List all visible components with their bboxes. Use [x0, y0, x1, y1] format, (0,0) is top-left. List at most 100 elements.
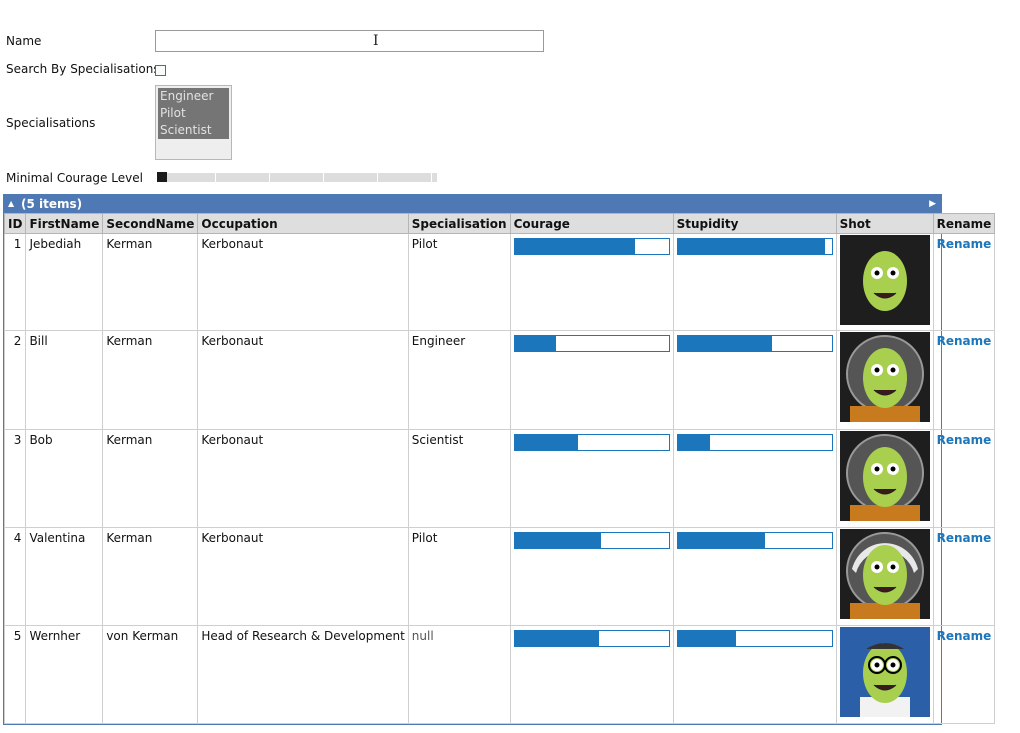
name-label: Name — [6, 34, 42, 48]
cell-stupidity — [672, 429, 837, 528]
table-row[interactable]: 1 Jebediah Kerman Kerbonaut Pilot Rename — [3, 233, 996, 331]
table-row[interactable]: 5 Wernher von Kerman Head of Research & Dev… — [3, 625, 996, 724]
kerbals-data-grid: ▲ (5 items) ▶ ID FirstName SecondName Oc… — [3, 194, 996, 725]
cell-firstname: Bob — [25, 429, 104, 528]
rename-link[interactable]: Rename — [937, 531, 992, 545]
specialisation-option-scientist[interactable]: Scientist — [158, 122, 229, 139]
stupidity-bar-fill — [677, 435, 710, 450]
table-row[interactable]: 3 Bob Kerman Kerbonaut Scientist Rename — [3, 429, 996, 528]
cell-occupation: Kerbonaut — [197, 233, 409, 331]
cell-stupidity — [672, 330, 837, 430]
column-header-occupation[interactable]: Occupation — [197, 213, 409, 234]
stupidity-bar-fill — [677, 631, 737, 646]
wernher-portrait — [839, 627, 930, 717]
stupidity-bar — [676, 532, 833, 549]
rename-link[interactable]: Rename — [937, 433, 992, 447]
cell-rename: Rename — [932, 429, 996, 528]
specialisations-listbox[interactable]: Engineer Pilot Scientist — [155, 85, 232, 160]
rename-link[interactable]: Rename — [937, 334, 992, 348]
slider-thumb[interactable] — [157, 172, 167, 182]
minimal-courage-label: Minimal Courage Level — [6, 171, 143, 185]
cell-firstname: Wernher — [25, 625, 104, 724]
rename-link[interactable]: Rename — [937, 237, 992, 251]
valentina-portrait — [839, 529, 930, 619]
column-header-secondname[interactable]: SecondName — [102, 213, 199, 234]
cell-stupidity — [672, 527, 837, 626]
cell-courage — [509, 625, 674, 724]
courage-bar-fill — [514, 435, 578, 450]
table-row[interactable]: 2 Bill Kerman Kerbonaut Engineer Rename — [3, 330, 996, 430]
column-header-courage[interactable]: Courage — [509, 213, 674, 234]
courage-bar-fill — [514, 336, 557, 351]
cell-specialisation: Scientist — [407, 429, 511, 528]
cell-firstname: Valentina — [25, 527, 104, 626]
cell-shot — [835, 330, 934, 430]
cell-stupidity — [672, 233, 837, 331]
header-row: ID FirstName SecondName Occupation Speci… — [3, 213, 996, 234]
specialisation-option-pilot[interactable]: Pilot — [158, 105, 229, 122]
courage-bar-fill — [514, 631, 600, 646]
search-by-specialisations-label: Search By Specialisations — [6, 62, 160, 76]
stupidity-bar-fill — [677, 336, 772, 351]
courage-bar-fill — [514, 239, 635, 254]
cell-secondname: Kerman — [102, 330, 199, 430]
courage-bar — [513, 532, 670, 549]
cell-shot — [835, 625, 934, 724]
scroll-right-arrow-icon[interactable]: ▶ — [929, 195, 936, 213]
cell-firstname: Bill — [25, 330, 104, 430]
courage-bar — [513, 238, 670, 255]
jebediah-portrait — [839, 235, 930, 325]
bob-portrait — [839, 431, 930, 521]
cell-id: 4 — [3, 527, 27, 626]
column-header-stupidity[interactable]: Stupidity — [672, 213, 837, 234]
stupidity-bar — [676, 434, 833, 451]
stupidity-bar-fill — [677, 533, 766, 548]
cell-occupation: Kerbonaut — [197, 429, 409, 528]
slider-tick — [215, 173, 216, 182]
column-header-firstname[interactable]: FirstName — [25, 213, 104, 234]
cell-rename: Rename — [932, 330, 996, 430]
cell-rename: Rename — [932, 625, 996, 724]
cell-courage — [509, 429, 674, 528]
minimal-courage-slider[interactable] — [157, 172, 437, 182]
cell-occupation: Head of Research & Development — [197, 625, 409, 724]
column-header-rename[interactable]: Rename — [932, 213, 996, 234]
stupidity-bar — [676, 335, 833, 352]
courage-bar — [513, 630, 670, 647]
group-header[interactable]: ▲ (5 items) ▶ — [4, 195, 941, 213]
column-header-specialisation[interactable]: Specialisation — [407, 213, 511, 234]
courage-bar-fill — [514, 533, 601, 548]
cell-rename: Rename — [932, 233, 996, 331]
cell-id: 2 — [3, 330, 27, 430]
search-by-specialisations-checkbox[interactable] — [155, 65, 166, 76]
cell-id: 3 — [3, 429, 27, 528]
name-input[interactable] — [155, 30, 544, 52]
cell-secondname: Kerman — [102, 527, 199, 626]
cell-courage — [509, 233, 674, 331]
cell-specialisation: Engineer — [407, 330, 511, 430]
cell-id: 1 — [3, 233, 27, 331]
group-item-count: (5 items) — [21, 197, 83, 211]
cell-specialisation: Pilot — [407, 233, 511, 331]
stupidity-bar-fill — [677, 239, 826, 254]
rename-link[interactable]: Rename — [937, 629, 992, 643]
stupidity-bar — [676, 630, 833, 647]
column-header-id[interactable]: ID — [3, 213, 27, 234]
specialisation-option-engineer[interactable]: Engineer — [158, 88, 229, 105]
cell-shot — [835, 527, 934, 626]
selection-highlight: Engineer Pilot Scientist — [158, 88, 229, 139]
cell-shot — [835, 429, 934, 528]
cell-secondname: von Kerman — [102, 625, 199, 724]
cell-occupation: Kerbonaut — [197, 330, 409, 430]
text-cursor-icon: I — [373, 33, 379, 49]
column-header-shot[interactable]: Shot — [835, 213, 934, 234]
slider-tick — [323, 173, 324, 182]
cell-courage — [509, 330, 674, 430]
specialisations-label: Specialisations — [6, 116, 96, 130]
table-row[interactable]: 4 Valentina Kerman Kerbonaut Pilot Rename — [3, 527, 996, 626]
cell-specialisation: Pilot — [407, 527, 511, 626]
cell-secondname: Kerman — [102, 233, 199, 331]
slider-tick — [269, 173, 270, 182]
courage-bar — [513, 335, 670, 352]
collapse-triangle-icon[interactable]: ▲ — [8, 195, 14, 213]
